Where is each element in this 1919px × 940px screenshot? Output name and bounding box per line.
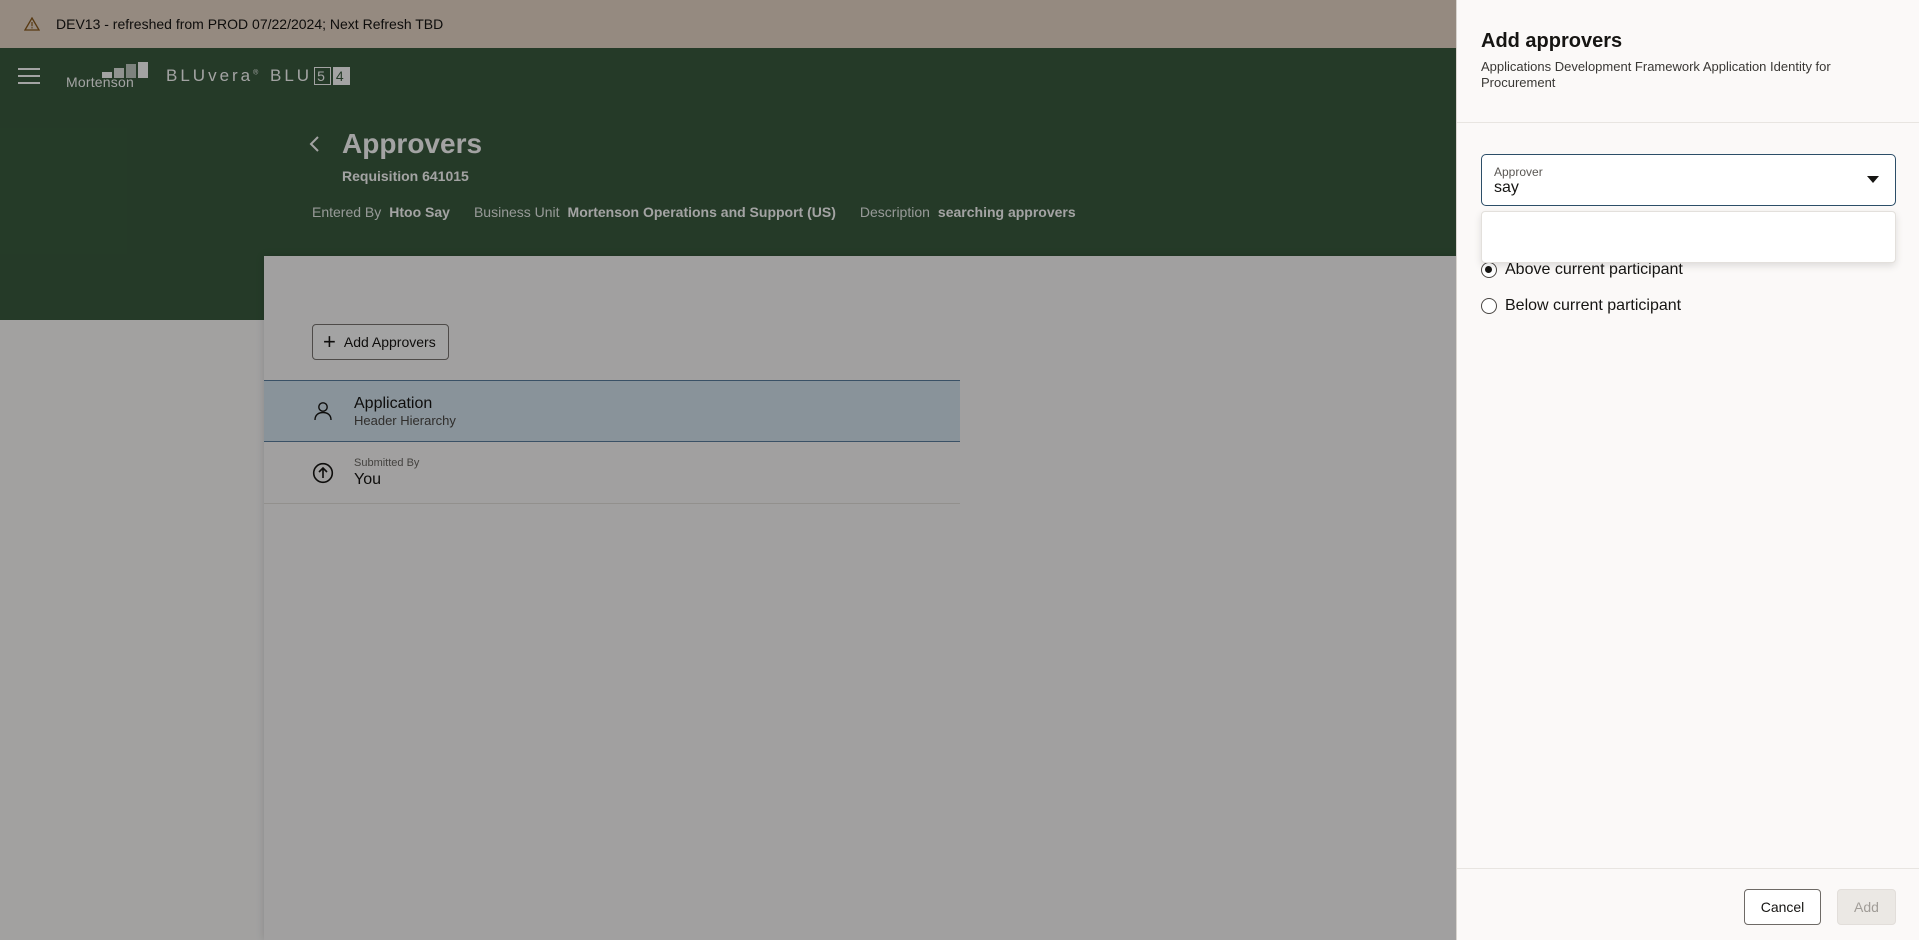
approver-combobox[interactable]: Approver: [1481, 154, 1896, 206]
approver-suggestions-dropdown[interactable]: [1481, 211, 1896, 263]
approver-input[interactable]: [1494, 179, 1854, 197]
radio-checked-icon[interactable]: [1481, 262, 1497, 278]
drawer-subtitle: Applications Development Framework Appli…: [1481, 59, 1831, 90]
modal-scrim[interactable]: [0, 0, 1456, 940]
drawer-header-divider: [1457, 122, 1919, 123]
radio-below-current-participant[interactable]: Below current participant: [1481, 288, 1683, 324]
caret-down-icon[interactable]: [1867, 176, 1879, 183]
radio-unchecked-icon[interactable]: [1481, 298, 1497, 314]
add-button[interactable]: Add: [1837, 889, 1896, 925]
cancel-button[interactable]: Cancel: [1744, 889, 1821, 925]
add-approvers-drawer: Add approvers Applications Development F…: [1456, 0, 1919, 940]
drawer-footer-divider: [1457, 868, 1919, 869]
drawer-title: Add approvers: [1481, 30, 1623, 52]
approver-label: Approver: [1494, 165, 1543, 179]
